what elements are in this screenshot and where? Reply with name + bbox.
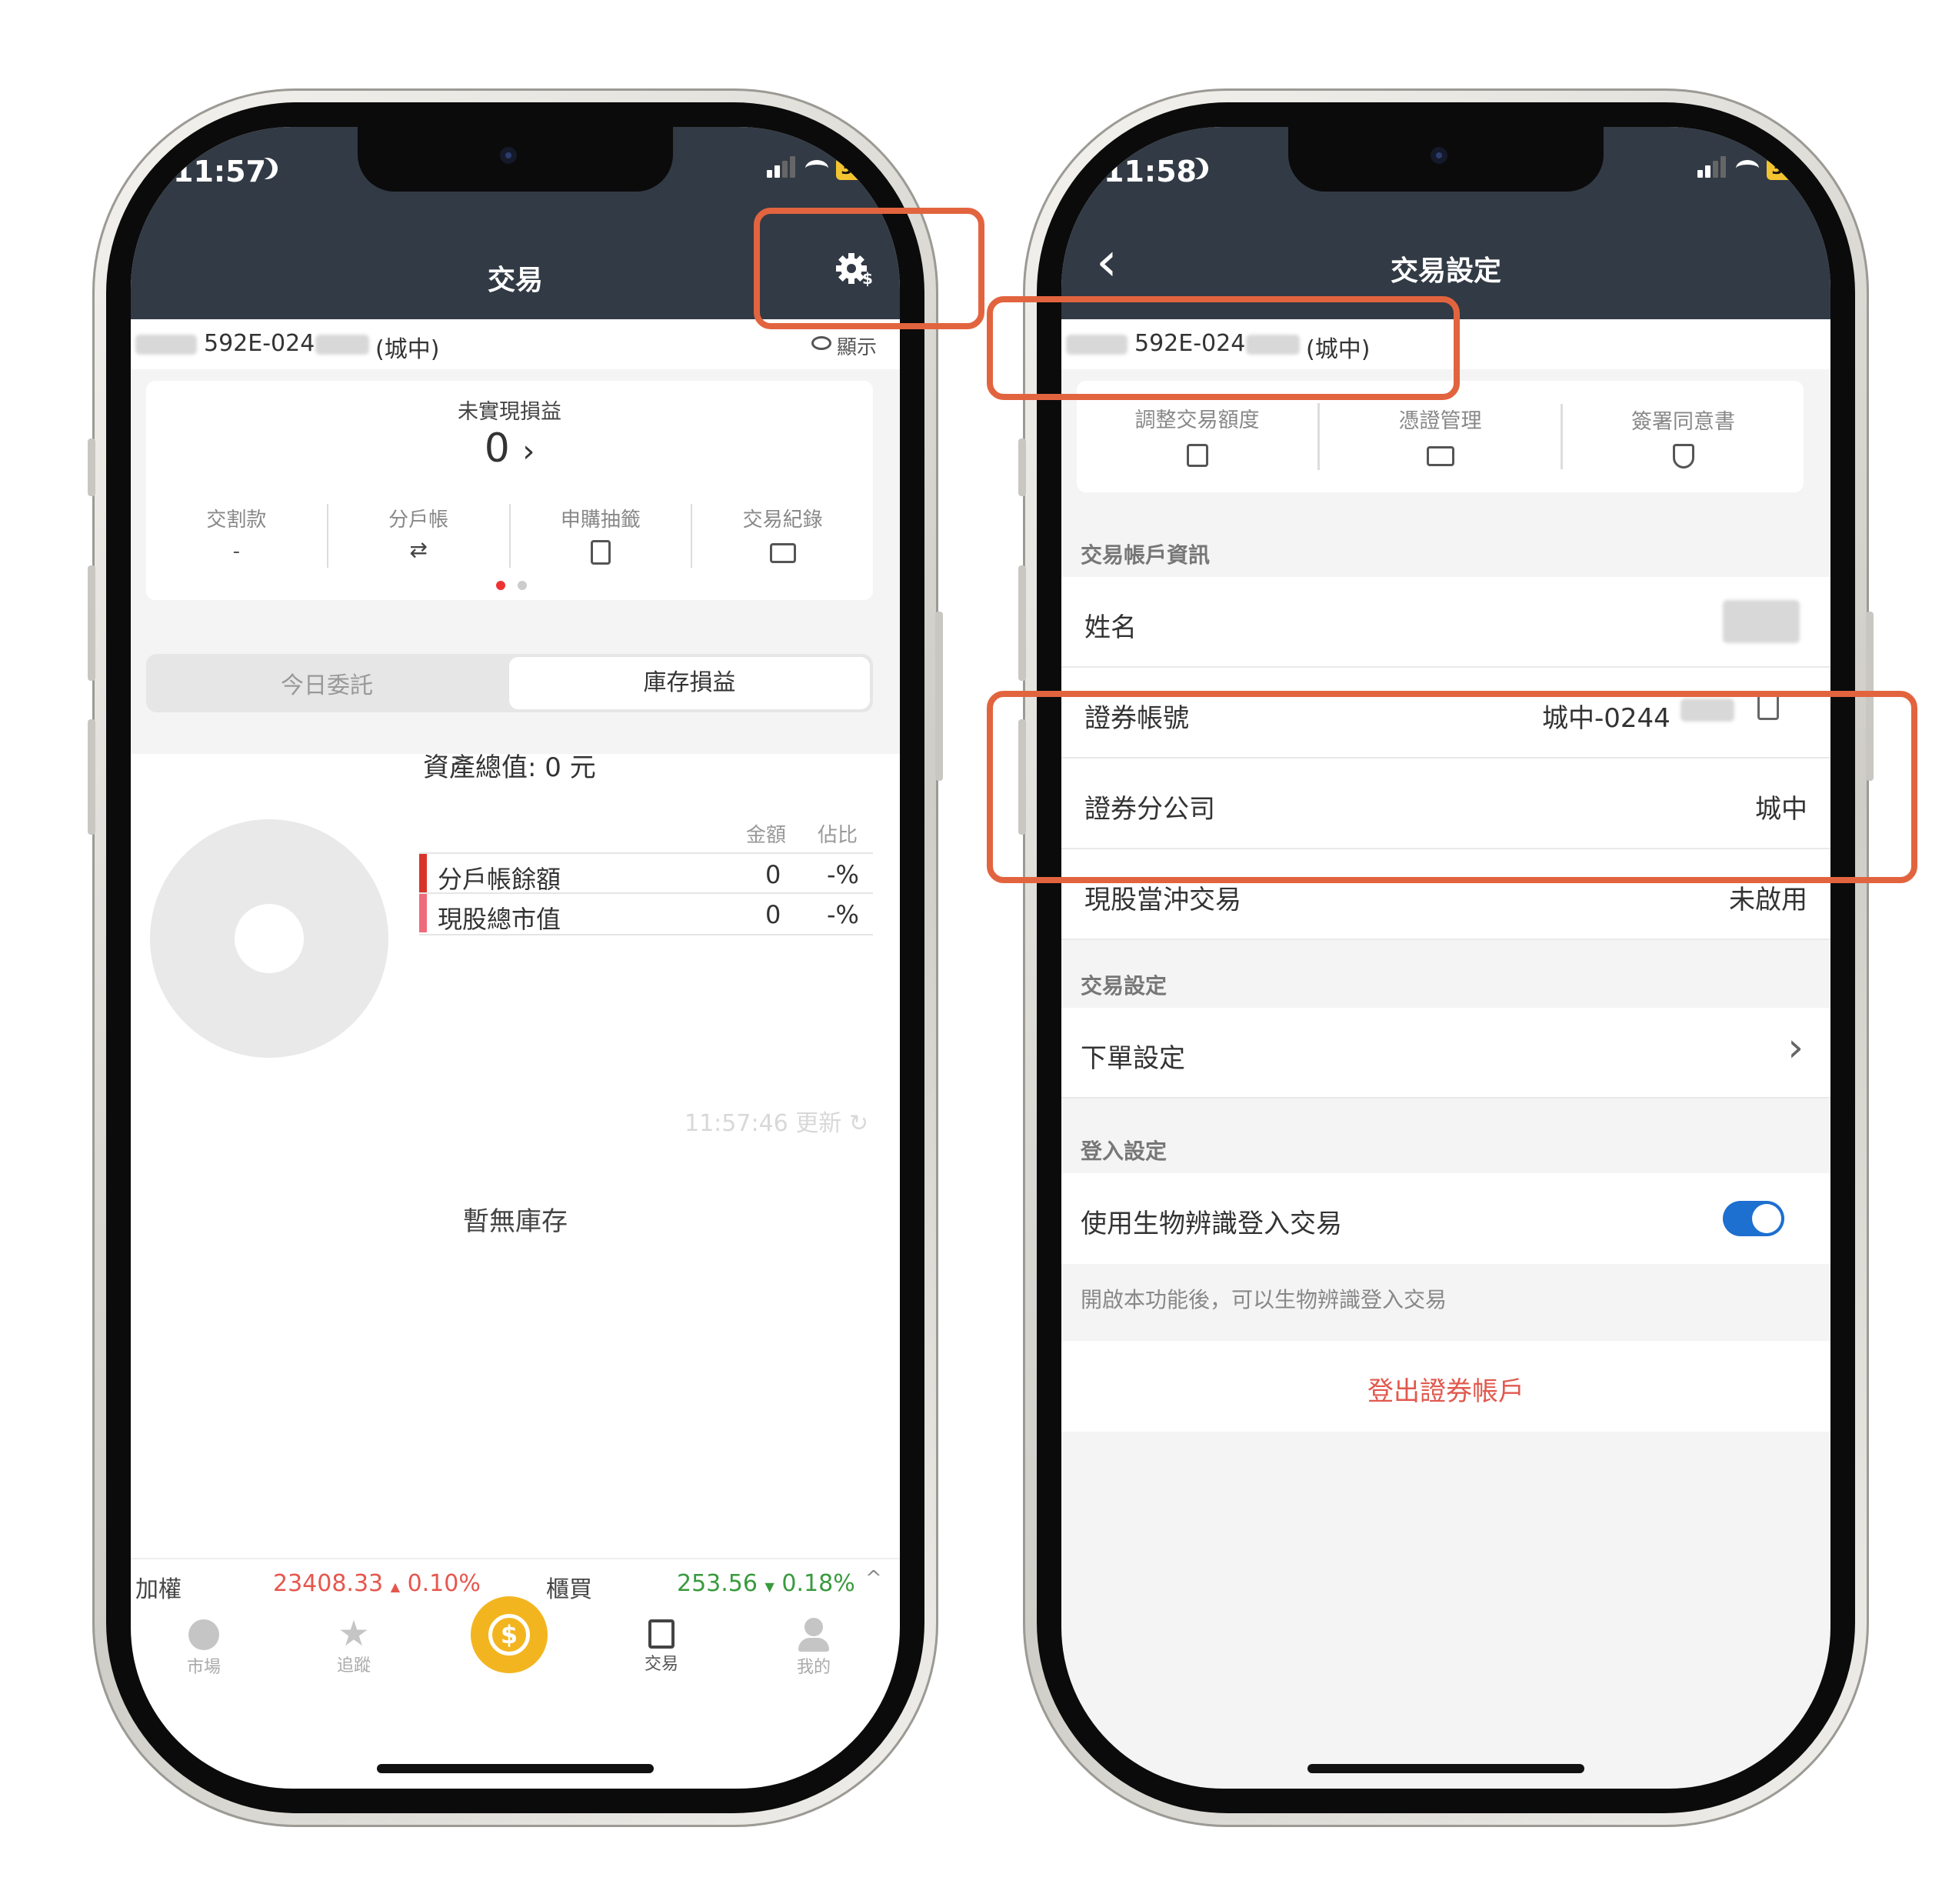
biometric-toggle[interactable] xyxy=(1723,1201,1784,1236)
trade-doc-icon xyxy=(648,1619,675,1649)
asset-total: 資產總值: 0 元 xyxy=(423,752,596,783)
battery-icon: 32 xyxy=(836,157,869,180)
empty-inventory-text: 暫無庫存 xyxy=(463,1206,568,1237)
asset-row: 分戶帳餘額 0 -% xyxy=(419,852,873,894)
logout-button[interactable]: 登出證券帳戶 xyxy=(1061,1341,1830,1432)
refresh-icon: ↻ xyxy=(848,1110,868,1137)
nav-trade-coin-button[interactable]: $ xyxy=(471,1596,548,1673)
col-ratio-header: 佔比 xyxy=(818,824,858,847)
section-account-info: 交易帳戶資訊 xyxy=(1081,542,1211,568)
highlight-settings-gear xyxy=(754,208,984,329)
quick-consent[interactable]: 簽署同意書 xyxy=(1563,405,1804,468)
nav-watchlist[interactable]: ★ 追蹤 xyxy=(323,1615,385,1676)
row-name: 姓名 xyxy=(1061,577,1830,668)
summary-item-ipo-lottery[interactable]: 申購抽籤 xyxy=(511,504,693,568)
section-login-settings: 登入設定 xyxy=(1081,1139,1168,1164)
page-title: 交易設定 xyxy=(1390,255,1501,287)
tab-bar: 今日委託 庫存損益 xyxy=(146,654,873,712)
tab-inventory-pnl[interactable]: 庫存損益 xyxy=(509,657,870,709)
summary-item-subaccount[interactable]: 分戶帳 ⇄ xyxy=(328,504,511,568)
right-header: 11:58 32 ‹ 交易設定 xyxy=(1061,127,1830,319)
chevron-up-icon[interactable]: ^ xyxy=(865,1567,882,1590)
compass-icon xyxy=(188,1619,219,1650)
section-trade-settings: 交易設定 xyxy=(1081,973,1168,999)
wifi-icon xyxy=(1736,160,1760,177)
moon-icon xyxy=(1187,158,1208,179)
signal-icon xyxy=(1697,156,1728,181)
unrealized-label: 未實現損益 xyxy=(458,400,561,424)
status-time: 11:58 xyxy=(1104,155,1197,188)
summary-card: 未實現損益 0 › 交割款 - 分戶帳 ⇄ 申購抽籤 交易紀錄 xyxy=(146,381,873,600)
wifi-icon xyxy=(805,160,829,177)
nav-trade-records[interactable]: 交易 xyxy=(631,1619,692,1675)
left-screen: 11:57 32 交易 $ 592E-024 (城中) 顯示 未實現損益 0 ›… xyxy=(131,127,900,1789)
shield-check-icon xyxy=(1672,444,1694,468)
user-icon xyxy=(804,1618,823,1636)
eye-icon[interactable] xyxy=(811,336,831,350)
quick-certificate[interactable]: 憑證管理 xyxy=(1320,404,1563,469)
summary-item-settlement[interactable]: 交割款 - xyxy=(146,504,328,568)
show-toggle[interactable]: 顯示 xyxy=(837,332,877,360)
coin-exchange-icon: $ xyxy=(488,1614,530,1656)
home-indicator xyxy=(1307,1764,1584,1773)
highlight-account-details xyxy=(987,691,1917,883)
asset-donut-chart xyxy=(150,819,388,1058)
summary-item-history[interactable]: 交易紀錄 xyxy=(692,504,873,568)
chevron-right-icon: › xyxy=(522,434,535,469)
asset-row: 現股總市值 0 -% xyxy=(419,894,873,935)
limit-doc-icon xyxy=(1186,444,1208,467)
book-icon xyxy=(769,543,796,563)
unrealized-value[interactable]: 0 › xyxy=(146,425,873,472)
quick-adjust-limit[interactable]: 調整交易額度 xyxy=(1077,403,1320,470)
update-time[interactable]: 11:57:46 更新 ↻ xyxy=(685,1104,868,1138)
page-indicator xyxy=(496,581,527,590)
row-order-settings[interactable]: 下單設定 › xyxy=(1061,1008,1830,1099)
col-amount-header: 金額 xyxy=(746,824,787,847)
id-card-icon xyxy=(1426,446,1454,466)
nav-market[interactable]: 市場 xyxy=(173,1619,235,1678)
star-icon: ★ xyxy=(338,1612,370,1654)
moon-icon xyxy=(256,158,278,179)
swap-icon: ⇄ xyxy=(409,537,428,562)
account-number: 592E-024 xyxy=(204,330,315,357)
nav-profile[interactable]: 我的 xyxy=(783,1618,844,1678)
tab-today-orders[interactable]: 今日委託 xyxy=(146,666,508,700)
account-branch: (城中) xyxy=(375,336,440,363)
left-phone: 11:57 32 交易 $ 592E-024 (城中) 顯示 未實現損益 0 ›… xyxy=(88,88,943,1827)
highlight-account-header xyxy=(987,296,1460,400)
battery-icon: 32 xyxy=(1767,157,1800,180)
chevron-right-icon: › xyxy=(1787,1025,1804,1071)
home-indicator xyxy=(377,1764,654,1773)
signal-icon xyxy=(767,156,798,181)
biometric-note: 開啟本功能後，可以生物辨識登入交易 xyxy=(1081,1287,1447,1312)
status-time: 11:57 xyxy=(173,155,266,188)
row-biometric: 使用生物辨識登入交易 xyxy=(1061,1173,1830,1264)
bottom-nav: 市場 ★ 追蹤 $ 交易 我的 xyxy=(131,1596,900,1727)
document-icon xyxy=(590,540,611,565)
